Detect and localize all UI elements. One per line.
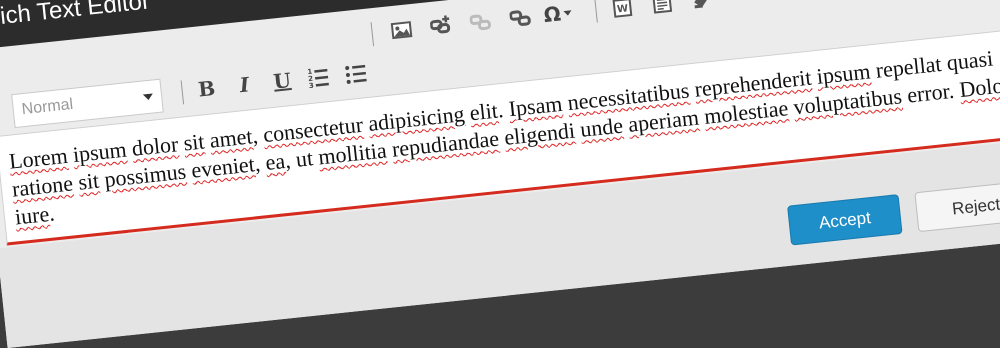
text-segment: , ut xyxy=(284,145,320,173)
misspelled-word: molestiae xyxy=(703,95,789,129)
misspelled-word: sit xyxy=(182,128,205,155)
text-segment: repellat xyxy=(874,51,942,83)
misspelled-word: Ipsam xyxy=(507,91,563,121)
text-segment: . xyxy=(48,200,56,225)
underline-button[interactable]: U xyxy=(266,64,299,97)
accept-button[interactable]: Accept xyxy=(787,194,903,245)
dialog: Rich Text Editor Ω xyxy=(0,0,1000,348)
paste-from-word-icon[interactable]: W xyxy=(606,0,639,23)
misspelled-word: iure xyxy=(14,201,51,229)
clear-formatting-icon[interactable] xyxy=(685,0,718,15)
bulleted-list-icon[interactable] xyxy=(339,57,372,90)
misspelled-word: dolor xyxy=(131,131,180,161)
format-select-value: Normal xyxy=(21,96,74,118)
reject-button[interactable]: Reject xyxy=(914,180,1000,232)
misspelled-word: ratione xyxy=(11,170,74,201)
editor-panel: Ω W Normal xyxy=(0,0,1000,348)
svg-text:W: W xyxy=(617,3,629,15)
toolbar-separator xyxy=(594,0,598,23)
omega-icon: Ω xyxy=(543,1,562,27)
chevron-down-icon xyxy=(563,10,571,16)
misspelled-word: ipsum xyxy=(72,137,128,167)
numbered-list-icon[interactable]: 123 xyxy=(302,61,335,94)
insert-link-icon[interactable] xyxy=(425,9,458,42)
misspelled-word: amet xyxy=(208,123,253,152)
paste-text-icon[interactable] xyxy=(646,0,679,19)
misspelled-word: Dolorem xyxy=(958,69,1000,102)
misspelled-word: Lorem xyxy=(8,143,69,174)
text-segment: error. xyxy=(900,77,960,108)
toolbar-separator xyxy=(371,22,375,46)
misspelled-word: aperiam xyxy=(627,105,700,137)
special-character-button[interactable]: Ω xyxy=(542,0,585,30)
insert-image-icon[interactable] xyxy=(385,14,418,47)
toolbar-separator xyxy=(181,80,185,104)
text-segment: quasi xyxy=(940,46,994,76)
misspelled-word: eveniet xyxy=(190,151,256,183)
misspelled-word: possimus xyxy=(103,158,187,191)
misspelled-word: mollitia xyxy=(317,137,388,169)
misspelled-word: eligendi xyxy=(503,118,576,150)
bold-button[interactable]: B xyxy=(190,72,223,105)
misspelled-word: ipsum xyxy=(815,58,871,88)
misspelled-word: elit xyxy=(468,98,499,126)
chevron-down-icon xyxy=(143,93,154,100)
anchor-link-icon[interactable] xyxy=(504,1,537,34)
misspelled-word: unde xyxy=(579,113,624,142)
italic-button[interactable]: I xyxy=(228,68,261,101)
unlink-icon xyxy=(465,5,498,38)
svg-text:3: 3 xyxy=(308,82,314,90)
